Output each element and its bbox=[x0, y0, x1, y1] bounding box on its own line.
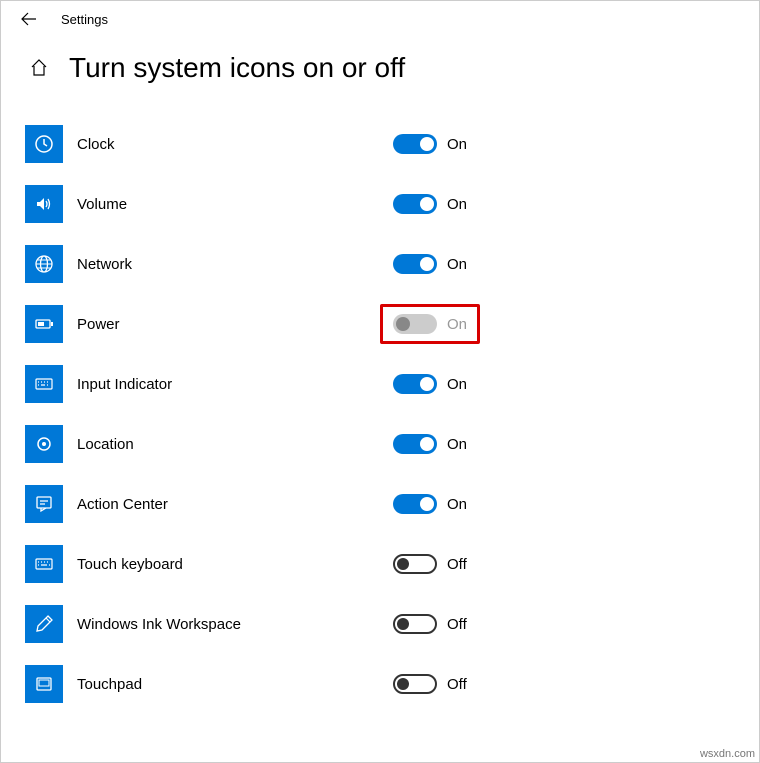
toggle-state-touchpad: Off bbox=[447, 676, 467, 693]
row-label-power: Power bbox=[77, 316, 387, 333]
toggle-network[interactable] bbox=[393, 254, 437, 274]
home-button[interactable] bbox=[29, 58, 49, 78]
row-label-input: Input Indicator bbox=[77, 376, 387, 393]
row-label-network: Network bbox=[77, 256, 387, 273]
row-label-actioncenter: Action Center bbox=[77, 496, 387, 513]
toggle-volume[interactable] bbox=[393, 194, 437, 214]
toggle-state-touchkeyboard: Off bbox=[447, 556, 467, 573]
row-actioncenter: Action Center On bbox=[25, 474, 735, 534]
row-volume: Volume On bbox=[25, 174, 735, 234]
toggle-state-clock: On bbox=[447, 136, 467, 153]
toggle-wrap-input: On bbox=[387, 370, 473, 398]
toggle-state-input: On bbox=[447, 376, 467, 393]
toggle-touchkeyboard[interactable] bbox=[393, 554, 437, 574]
toggle-input[interactable] bbox=[393, 374, 437, 394]
touchkeyboard-icon bbox=[25, 545, 63, 583]
toggle-state-location: On bbox=[447, 436, 467, 453]
toggle-state-volume: On bbox=[447, 196, 467, 213]
touchpad-icon bbox=[25, 665, 63, 703]
toggle-location[interactable] bbox=[393, 434, 437, 454]
toggle-wrap-ink: Off bbox=[387, 610, 473, 638]
arrow-left-icon bbox=[21, 11, 37, 27]
ink-icon bbox=[25, 605, 63, 643]
row-label-touchkeyboard: Touch keyboard bbox=[77, 556, 387, 573]
toggle-wrap-volume: On bbox=[387, 190, 473, 218]
actioncenter-icon bbox=[25, 485, 63, 523]
toggle-wrap-actioncenter: On bbox=[387, 490, 473, 518]
toggle-touchpad[interactable] bbox=[393, 674, 437, 694]
toggle-wrap-network: On bbox=[387, 250, 473, 278]
toggle-power bbox=[393, 314, 437, 334]
row-clock: Clock On bbox=[25, 114, 735, 174]
row-touchkeyboard: Touch keyboard Off bbox=[25, 534, 735, 594]
network-icon bbox=[25, 245, 63, 283]
row-power: Power On bbox=[25, 294, 735, 354]
toggle-actioncenter[interactable] bbox=[393, 494, 437, 514]
row-label-volume: Volume bbox=[77, 196, 387, 213]
settings-list: ClockOnVolumeOnNetworkOnPowerOnInput Ind… bbox=[1, 114, 759, 714]
location-icon bbox=[25, 425, 63, 463]
toggle-wrap-touchkeyboard: Off bbox=[387, 550, 473, 578]
toggle-wrap-power: On bbox=[380, 304, 480, 344]
back-button[interactable] bbox=[21, 11, 37, 27]
input-icon bbox=[25, 365, 63, 403]
toggle-state-ink: Off bbox=[447, 616, 467, 633]
row-ink: Windows Ink Workspace Off bbox=[25, 594, 735, 654]
page-title: Turn system icons on or off bbox=[69, 52, 405, 84]
row-input: Input Indicator On bbox=[25, 354, 735, 414]
row-label-clock: Clock bbox=[77, 136, 387, 153]
clock-icon bbox=[25, 125, 63, 163]
app-name: Settings bbox=[61, 12, 108, 27]
toggle-wrap-clock: On bbox=[387, 130, 473, 158]
row-touchpad: Touchpad Off bbox=[25, 654, 735, 714]
toggle-ink[interactable] bbox=[393, 614, 437, 634]
toggle-state-actioncenter: On bbox=[447, 496, 467, 513]
watermark: wsxdn.com bbox=[700, 748, 755, 760]
row-label-location: Location bbox=[77, 436, 387, 453]
toggle-clock[interactable] bbox=[393, 134, 437, 154]
row-location: Location On bbox=[25, 414, 735, 474]
row-label-ink: Windows Ink Workspace bbox=[77, 616, 387, 633]
title-row: Turn system icons on or off bbox=[1, 32, 759, 114]
toggle-wrap-touchpad: Off bbox=[387, 670, 473, 698]
toggle-state-network: On bbox=[447, 256, 467, 273]
volume-icon bbox=[25, 185, 63, 223]
power-icon bbox=[25, 305, 63, 343]
row-label-touchpad: Touchpad bbox=[77, 676, 387, 693]
row-network: Network On bbox=[25, 234, 735, 294]
home-icon bbox=[29, 58, 49, 78]
header-bar: Settings bbox=[1, 1, 759, 32]
toggle-wrap-location: On bbox=[387, 430, 473, 458]
toggle-state-power: On bbox=[447, 316, 467, 333]
